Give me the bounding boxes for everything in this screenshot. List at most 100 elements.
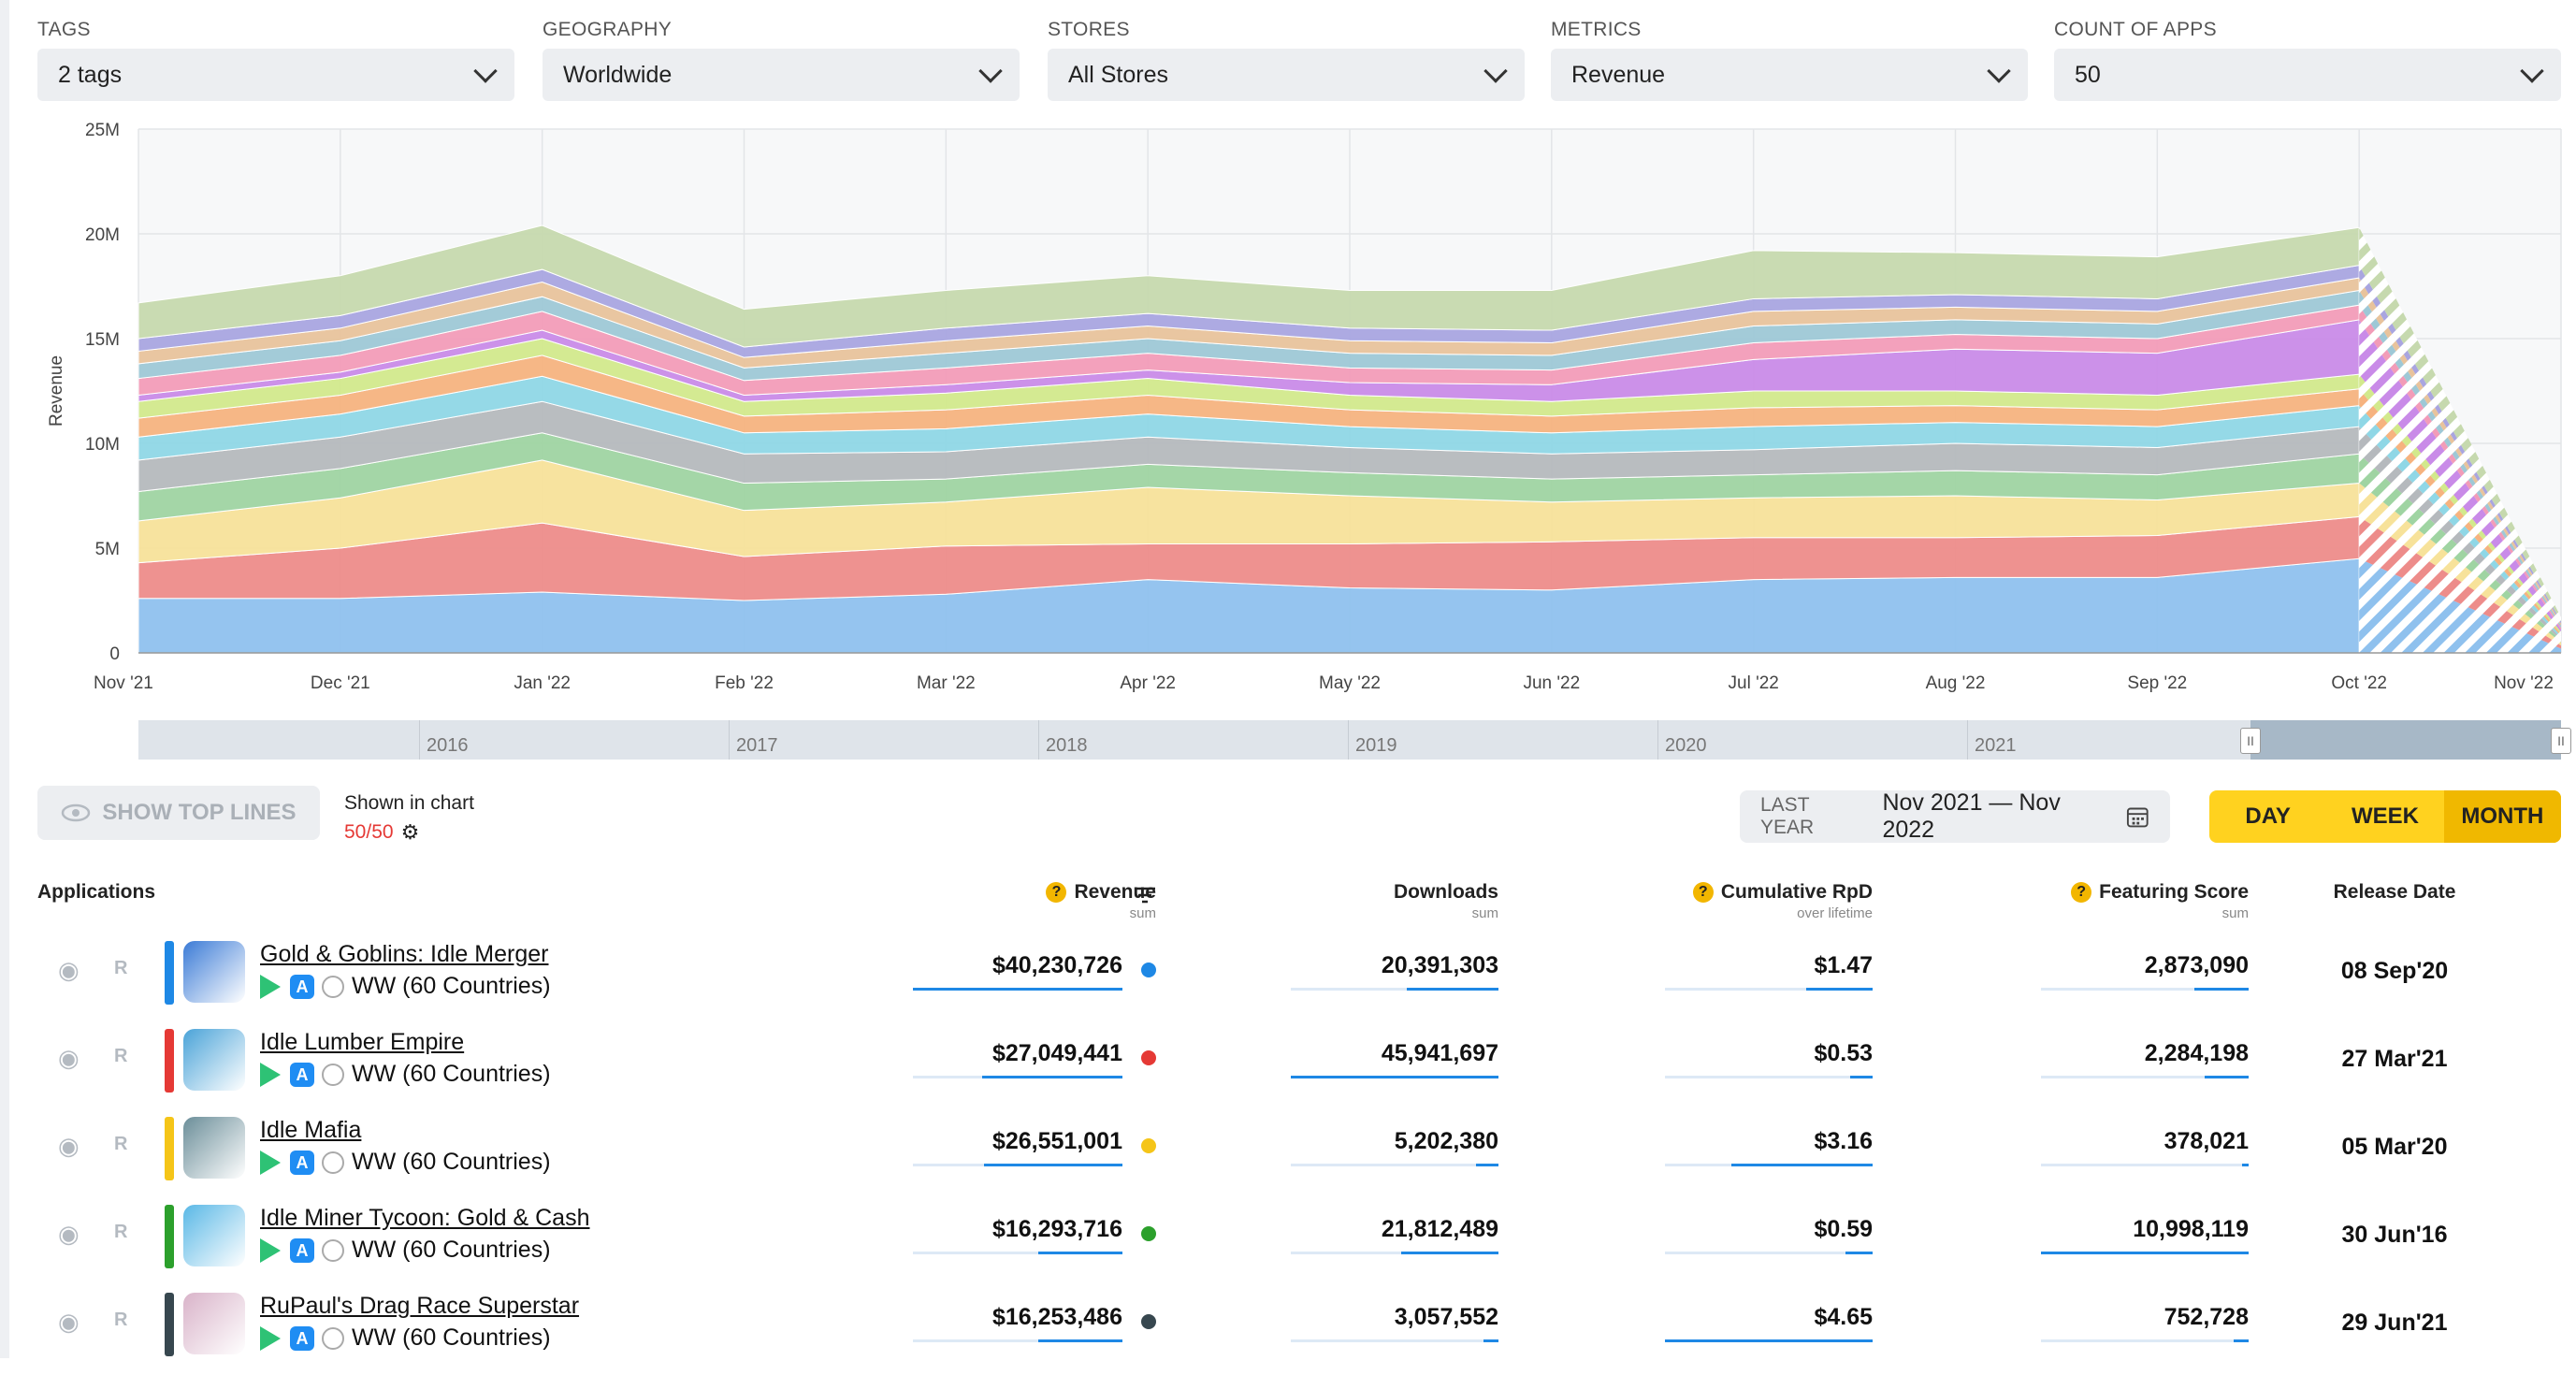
featuring-bar-track bbox=[2041, 1339, 2249, 1342]
app-name-link[interactable]: Gold & Goblins: Idle Merger bbox=[260, 941, 548, 968]
series-color-bar bbox=[165, 1205, 174, 1268]
granularity-day-button[interactable]: DAY bbox=[2209, 790, 2326, 843]
revenue-bar-track bbox=[913, 1252, 1122, 1254]
range-label: LAST YEAR bbox=[1760, 794, 1815, 838]
app-name-link[interactable]: RuPaul's Drag Race Superstar bbox=[260, 1293, 579, 1320]
header-applications[interactable]: Applications bbox=[37, 881, 155, 904]
table-row[interactable]: ◉ R Idle Miner Tycoon: Gold & Cash A WW (60 … bbox=[0, 1199, 2576, 1287]
featuring-value: 10,998,119 bbox=[2133, 1216, 2249, 1242]
eye-icon[interactable]: ◉ bbox=[58, 1132, 80, 1161]
filter-label: METRICS bbox=[1551, 19, 1642, 40]
rpd-bar-fill bbox=[1731, 1164, 1873, 1166]
header-rpd[interactable]: ? Cumulative RpD over lifetime bbox=[1665, 881, 1873, 921]
filter-value: Revenue bbox=[1571, 61, 1666, 88]
filter-count: COUNT OF APPS 50 bbox=[2054, 19, 2561, 101]
header-rpd-sub: over lifetime bbox=[1797, 905, 1873, 921]
featuring-bar-track bbox=[2041, 1252, 2249, 1254]
eye-icon[interactable]: ◉ bbox=[58, 1308, 80, 1337]
downloads-value: 20,391,303 bbox=[1381, 952, 1498, 978]
revenue-value: $27,049,441 bbox=[991, 1040, 1122, 1066]
navigator-year-label: 2021 bbox=[1975, 735, 2017, 756]
downloads-value: 45,941,697 bbox=[1381, 1040, 1498, 1066]
navigator-right-handle[interactable]: II bbox=[2551, 728, 2571, 754]
header-downloads[interactable]: Downloads sum bbox=[1310, 881, 1498, 921]
app-store-icon: A bbox=[290, 1150, 314, 1175]
navigator-tick bbox=[1348, 720, 1349, 760]
app-icon bbox=[183, 1117, 245, 1179]
granularity-month-button[interactable]: MONTH bbox=[2443, 790, 2561, 843]
help-icon[interactable]: ? bbox=[1046, 882, 1067, 904]
region-label: WW (60 Countries) bbox=[352, 1061, 551, 1087]
navigator-left-handle[interactable]: II bbox=[2240, 728, 2261, 754]
help-icon[interactable]: ? bbox=[1692, 882, 1714, 904]
time-navigator[interactable] bbox=[138, 720, 2561, 760]
eye-icon[interactable]: ◉ bbox=[58, 1044, 80, 1073]
filter-value: 50 bbox=[2075, 61, 2101, 88]
eye-icon[interactable]: ◉ bbox=[58, 1220, 80, 1249]
series-color-bar bbox=[165, 1293, 174, 1356]
stores-select[interactable]: All Stores bbox=[1048, 49, 1525, 101]
rpd-bar-track bbox=[1665, 1252, 1873, 1254]
downloads-value: 21,812,489 bbox=[1381, 1216, 1498, 1242]
date-range-picker[interactable]: LAST YEAR Nov 2021 — Nov 2022 bbox=[1740, 789, 2170, 843]
y-tick-label: 25M bbox=[85, 121, 120, 140]
series-color-dot bbox=[1141, 1226, 1156, 1241]
app-icon bbox=[183, 1293, 245, 1354]
show-top-lines-label: SHOW TOP LINES bbox=[102, 800, 297, 825]
sort-icon[interactable] bbox=[1134, 887, 1156, 904]
header-release-date[interactable]: Release Date bbox=[2301, 881, 2488, 904]
r-marker[interactable]: R bbox=[114, 1310, 127, 1331]
revenue-value: $26,551,001 bbox=[991, 1128, 1122, 1154]
header-revenue[interactable]: ? Revenue sum bbox=[991, 881, 1156, 921]
metrics-select[interactable]: Revenue bbox=[1551, 49, 2028, 101]
count-select[interactable]: 50 bbox=[2054, 49, 2561, 101]
header-downloads-sub: sum bbox=[1471, 905, 1498, 921]
navigator-selection[interactable] bbox=[2250, 720, 2561, 760]
header-downloads-label: Downloads bbox=[1393, 881, 1498, 903]
navigator-tick bbox=[729, 720, 730, 760]
table-row[interactable]: ◉ R Idle Lumber Empire A WW (60 Countries) $2… bbox=[0, 1023, 2576, 1111]
downloads-bar-fill bbox=[1483, 1339, 1498, 1342]
rpd-bar-fill bbox=[1665, 1339, 1873, 1342]
tags-select[interactable]: 2 tags bbox=[37, 49, 514, 101]
help-icon[interactable]: ? bbox=[2071, 882, 2092, 904]
granularity-week-button[interactable]: WEEK bbox=[2326, 790, 2443, 843]
navigator-tick bbox=[1038, 720, 1039, 760]
granularity-toggle: DAY WEEK MONTH bbox=[2209, 790, 2561, 843]
rpd-bar-track bbox=[1665, 1339, 1873, 1342]
app-name-link[interactable]: Idle Miner Tycoon: Gold & Cash bbox=[260, 1205, 590, 1232]
header-featuring-sub: sum bbox=[2221, 905, 2249, 921]
table-row[interactable]: ◉ R Gold & Goblins: Idle Merger A WW (60 Cou… bbox=[0, 935, 2576, 1023]
show-top-lines-button[interactable]: SHOW TOP LINES bbox=[37, 786, 320, 840]
x-tick-label: Oct '22 bbox=[2331, 673, 2387, 692]
navigator-tick bbox=[419, 720, 420, 760]
downloads-bar-fill bbox=[1407, 988, 1498, 991]
series-color-dot bbox=[1141, 1138, 1156, 1153]
downloads-bar-track bbox=[1291, 988, 1498, 991]
series-color-bar bbox=[165, 941, 174, 1005]
r-marker[interactable]: R bbox=[114, 1222, 127, 1243]
navigator-year-label: 2017 bbox=[736, 735, 778, 756]
series-color-dot bbox=[1141, 1050, 1156, 1065]
table-row[interactable]: ◉ R RuPaul's Drag Race Superstar A WW (60 Co… bbox=[0, 1287, 2576, 1375]
y-tick-label: 5M bbox=[95, 540, 120, 559]
featuring-bar-fill bbox=[2234, 1339, 2249, 1342]
app-name-link[interactable]: Idle Lumber Empire bbox=[260, 1029, 464, 1056]
geography-select[interactable]: Worldwide bbox=[543, 49, 1020, 101]
calendar-icon bbox=[2127, 807, 2149, 828]
shown-in-chart-label: Shown in chart bbox=[344, 792, 474, 814]
app-name-link[interactable]: Idle Mafia bbox=[260, 1117, 361, 1144]
table-row[interactable]: ◉ R Idle Mafia A WW (60 Countries) $26,551,00… bbox=[0, 1111, 2576, 1199]
r-marker[interactable]: R bbox=[114, 1046, 127, 1067]
header-featuring[interactable]: ? Featuring Score sum bbox=[2039, 881, 2249, 921]
r-marker[interactable]: R bbox=[114, 958, 127, 979]
downloads-bar-track bbox=[1291, 1339, 1498, 1342]
gear-icon[interactable]: ⚙ bbox=[401, 820, 420, 845]
filter-value: Worldwide bbox=[563, 61, 673, 88]
store-badges: A WW (60 Countries) bbox=[260, 1061, 551, 1088]
app-store-icon: A bbox=[290, 974, 314, 999]
navigator-tick bbox=[1657, 720, 1658, 760]
eye-icon[interactable]: ◉ bbox=[58, 956, 80, 985]
r-marker[interactable]: R bbox=[114, 1134, 127, 1155]
rpd-value: $1.47 bbox=[1814, 952, 1873, 978]
